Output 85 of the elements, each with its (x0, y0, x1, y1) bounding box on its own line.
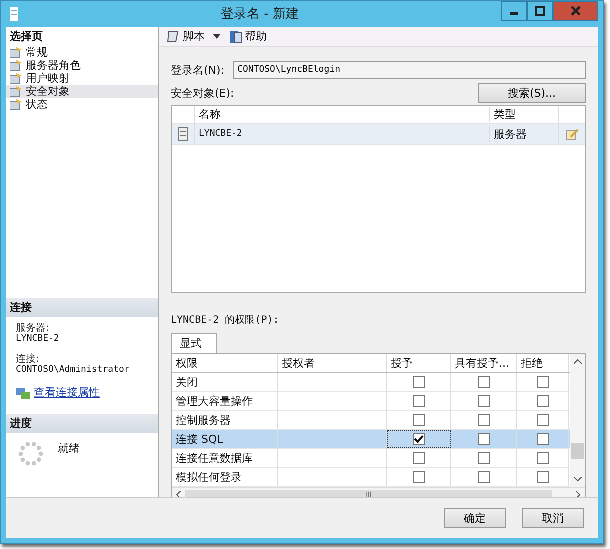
scroll-up-icon[interactable] (574, 359, 582, 364)
maximize-icon (535, 6, 545, 16)
checkbox[interactable] (412, 452, 424, 464)
permission-row[interactable]: 关闭 (172, 373, 570, 392)
checkbox[interactable] (478, 395, 490, 407)
page-icon (10, 99, 23, 110)
server-icon (178, 127, 188, 141)
minimize-button[interactable] (501, 1, 527, 21)
tab[interactable]: 显式 (171, 333, 217, 353)
column-header: 名称 (198, 107, 222, 122)
server-name: LYNCBE-2 (16, 334, 60, 344)
permissions-label: LYNCBE-2 的权限(P): (171, 314, 280, 327)
table-cell-text: LYNCBE-2 (198, 129, 244, 139)
checkmark-icon (414, 434, 424, 444)
checkbox[interactable] (412, 395, 424, 407)
securable-row[interactable]: LYNCBE-2 服务器 (172, 124, 585, 145)
close-icon (570, 6, 580, 16)
page-icon (10, 47, 23, 58)
maximize-button[interactable] (527, 1, 553, 21)
checkbox[interactable] (536, 376, 548, 388)
checkbox[interactable] (478, 414, 490, 426)
checkbox[interactable] (478, 452, 490, 464)
dialog-button[interactable]: 取消 (522, 508, 584, 528)
table-cell: 服务器 (489, 126, 558, 142)
scroll-down-icon[interactable] (574, 477, 582, 482)
column-header: 权限 (172, 354, 278, 372)
checkbox[interactable] (536, 433, 548, 445)
permission-row[interactable]: 管理大容量操作 (172, 392, 570, 411)
vertical-scrollbar[interactable] (570, 354, 585, 487)
search-button[interactable]: 搜索(S)... (478, 83, 586, 103)
window-title: 登录名 - 新建 (220, 6, 300, 23)
checkbox[interactable] (536, 414, 548, 426)
column-header: 具有授予... (451, 354, 517, 372)
section-header: 连接 (6, 298, 158, 317)
page-item[interactable]: 用户映射 (6, 72, 158, 85)
checkbox[interactable] (412, 414, 424, 426)
checkbox[interactable] (412, 471, 424, 483)
permission-row[interactable]: 连接 SQL (172, 430, 570, 449)
column-header: 授权者 (278, 354, 387, 372)
page-item[interactable]: 常规 (6, 46, 158, 59)
column-header: 拒绝 (517, 354, 569, 372)
help-icon (229, 30, 243, 44)
table-cell: 模拟任何登录 (172, 468, 278, 486)
server-label: 服务器: (16, 323, 50, 334)
table-cell: 管理大容量操作 (172, 392, 278, 410)
checkbox[interactable] (412, 376, 424, 388)
server-icon (9, 6, 19, 22)
dropdown-arrow-icon[interactable] (213, 34, 221, 39)
checkbox[interactable] (536, 452, 548, 464)
page-item[interactable]: 服务器角色 (6, 59, 158, 72)
scroll-thumb[interactable] (571, 442, 584, 458)
page-icon (10, 60, 23, 71)
properties-icon (16, 386, 30, 398)
table-cell: 控制服务器 (172, 411, 278, 429)
connection-label: 连接: (16, 354, 40, 365)
login-name-label: 登录名(N): (171, 62, 225, 78)
column-header: 授予 (387, 354, 451, 372)
page-item[interactable]: 状态 (6, 98, 158, 111)
table-cell: 连接任意数据库 (172, 449, 278, 467)
connection-name: CONTOSO\Administrator (16, 365, 131, 375)
column-header: 类型 (489, 107, 558, 122)
spinner-icon (18, 441, 44, 467)
page-item[interactable]: 安全对象 (6, 85, 158, 98)
table-cell: 连接 SQL (172, 430, 278, 448)
checkbox[interactable] (413, 433, 425, 445)
securables-label: 安全对象(E): (171, 86, 234, 100)
checkbox[interactable] (536, 395, 548, 407)
checkbox[interactable] (536, 471, 548, 483)
checkbox[interactable] (478, 433, 490, 445)
connection-properties-link[interactable]: 查看连接属性 (34, 385, 100, 400)
page-icon (10, 86, 23, 97)
script-button[interactable]: 脚本 (165, 27, 207, 46)
section-header: 进度 (6, 414, 158, 433)
checkbox[interactable] (478, 376, 490, 388)
close-button[interactable] (553, 1, 598, 21)
edit-icon[interactable] (566, 128, 578, 140)
page-icon (10, 73, 23, 84)
checkbox[interactable] (478, 471, 490, 483)
table-cell: 关闭 (172, 373, 278, 391)
login-name-field[interactable]: CONTOSO\LyncBElogin (232, 61, 586, 79)
script-icon (167, 30, 181, 44)
permission-row[interactable]: 连接任意数据库 (172, 449, 570, 468)
dialog-button[interactable]: 确定 (444, 508, 506, 528)
progress-status: 就绪 (58, 441, 80, 456)
help-button[interactable]: 帮助 (227, 27, 269, 46)
